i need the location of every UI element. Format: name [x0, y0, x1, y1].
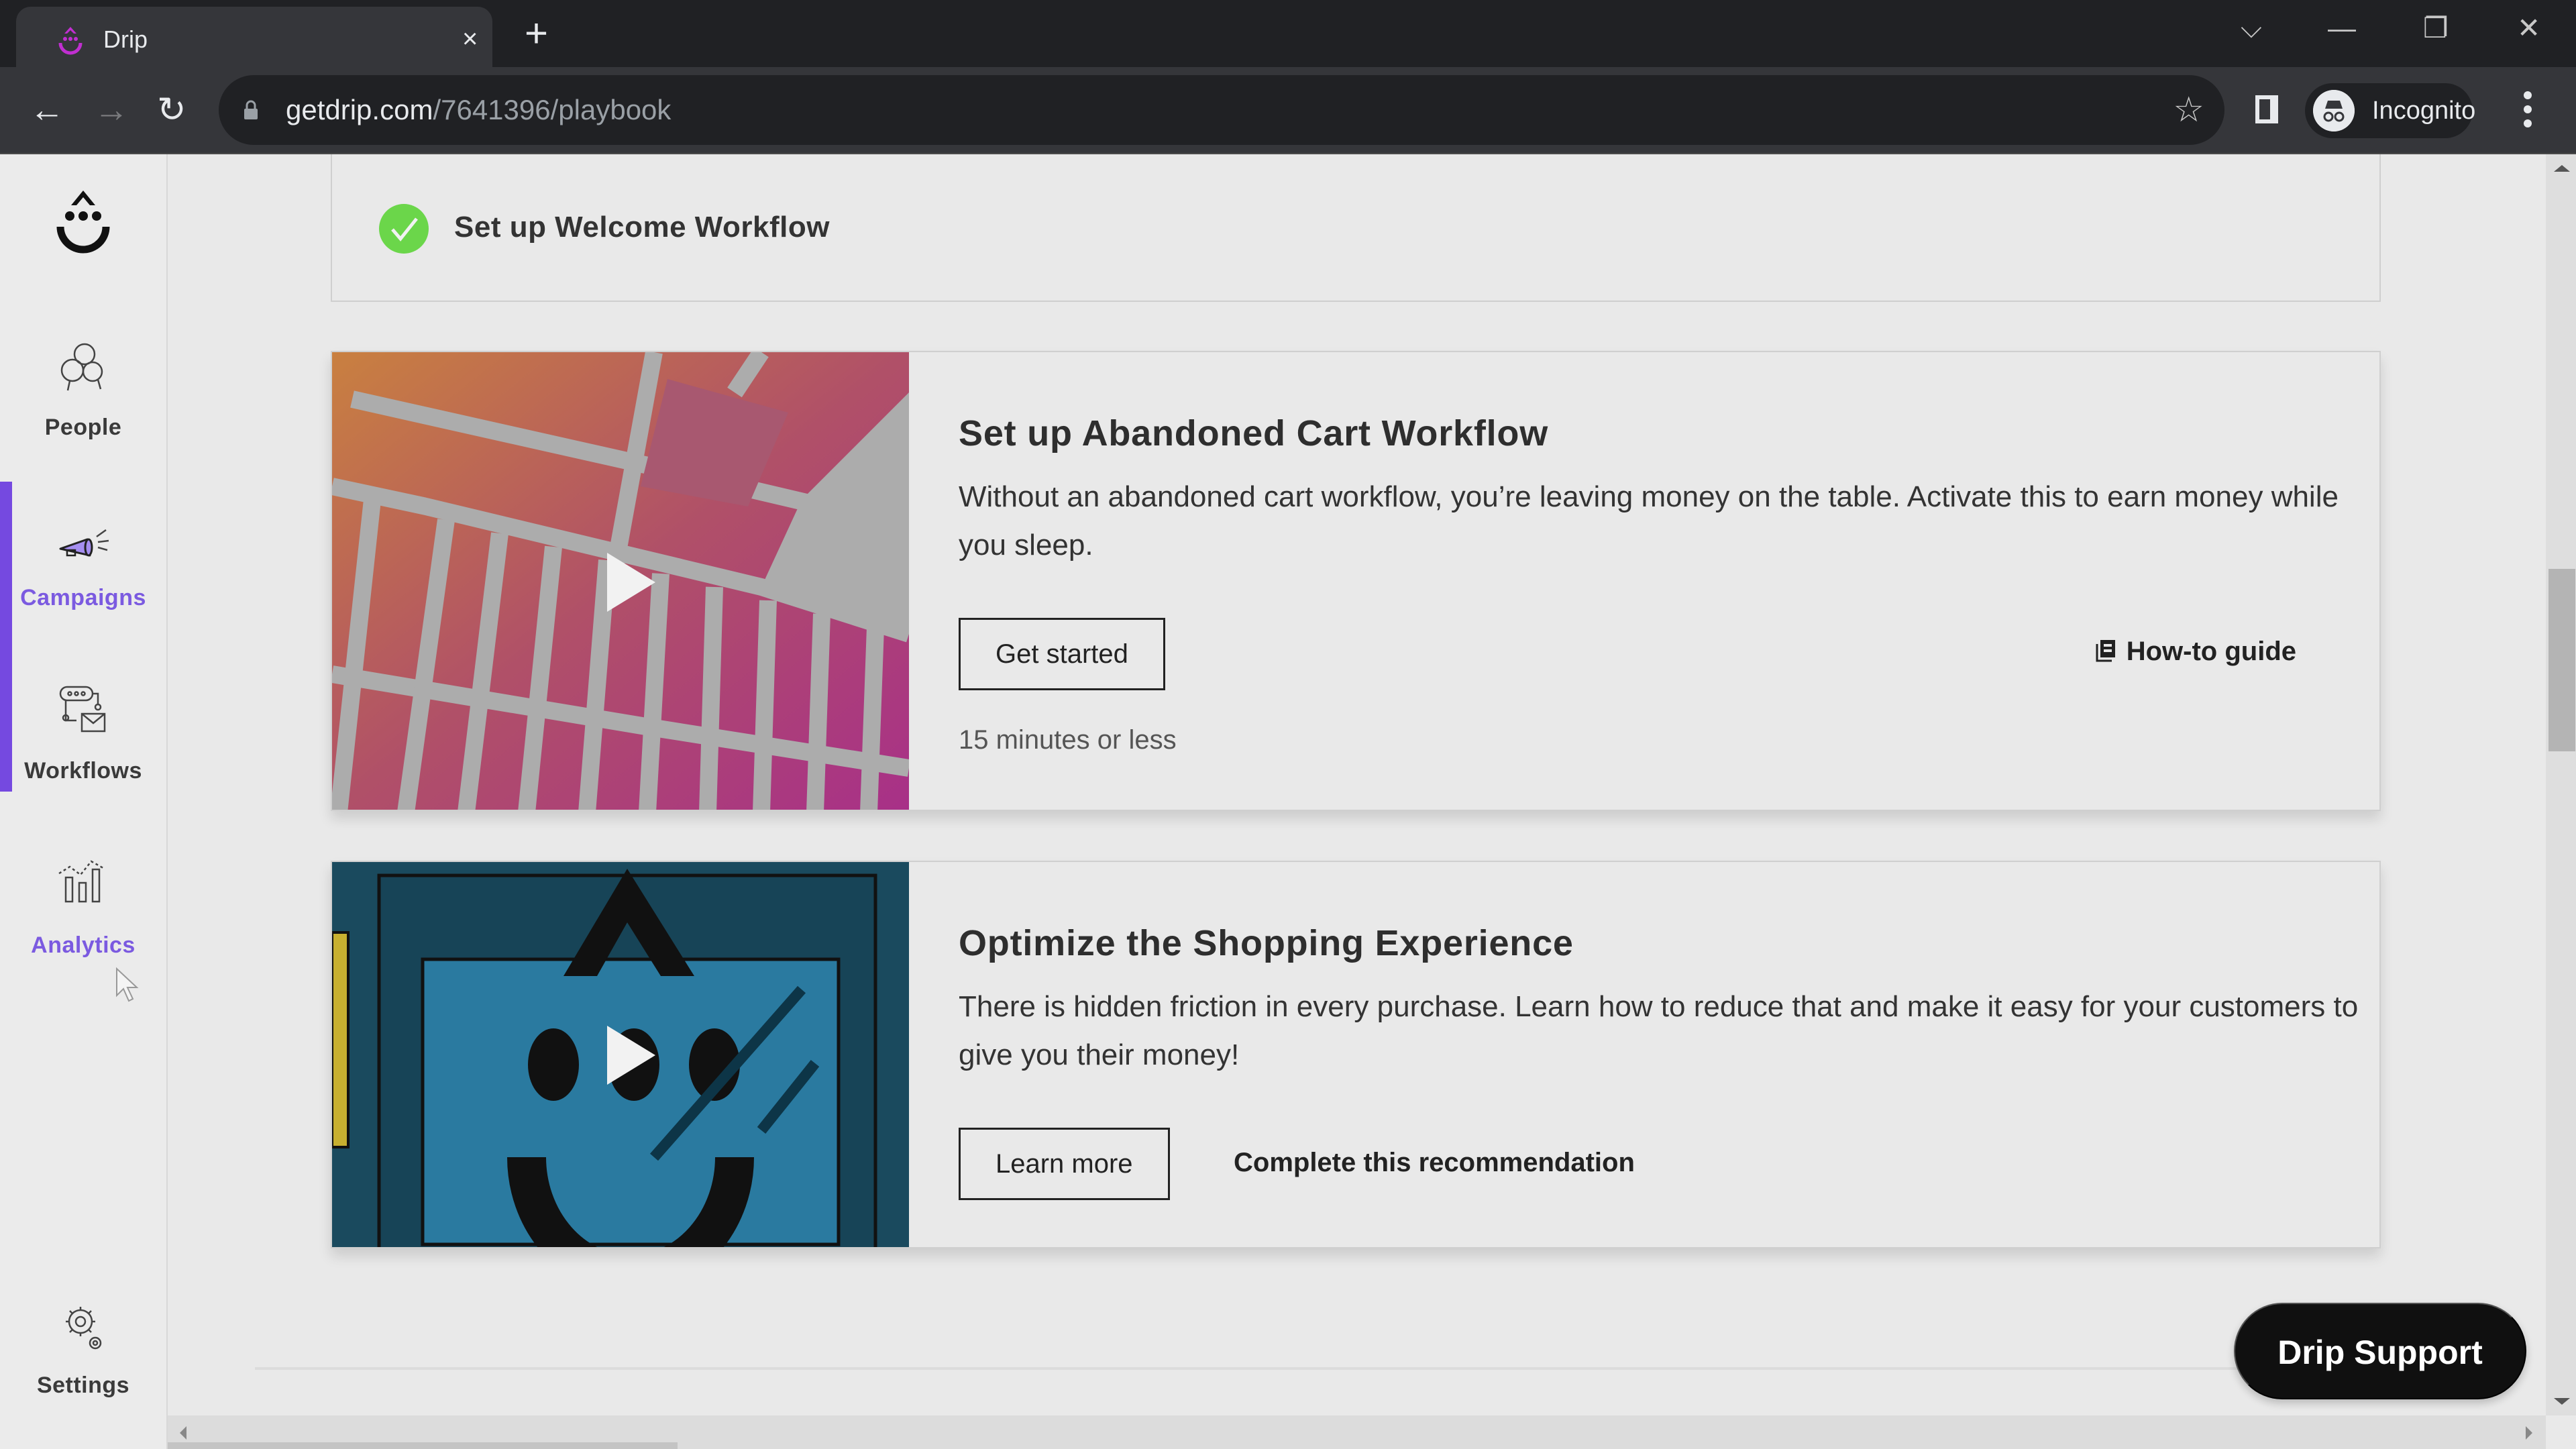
mouse-cursor-icon: [116, 967, 139, 1002]
scroll-right-arrow-icon[interactable]: [2526, 1426, 2532, 1440]
horizontal-scrollbar-thumb[interactable]: [168, 1442, 678, 1449]
url-path: /7641396/playbook: [433, 94, 672, 125]
abandoned-cart-video-thumbnail[interactable]: [332, 352, 909, 810]
tab-drip[interactable]: Drip ×: [16, 7, 492, 67]
close-window-button[interactable]: ✕: [2517, 12, 2540, 44]
incognito-icon: [2313, 90, 2355, 131]
side-panel-icon[interactable]: [2255, 95, 2278, 123]
scroll-left-arrow-icon[interactable]: [180, 1426, 186, 1440]
drip-support-button[interactable]: Drip Support: [2234, 1303, 2526, 1399]
url-domain: getdrip.com: [286, 94, 433, 125]
tab-title: Drip: [103, 25, 148, 53]
recommendation-title: Optimize the Shopping Experience: [959, 923, 1574, 963]
gear-icon: [66, 1307, 102, 1350]
sidebar-label-analytics: Analytics: [31, 932, 136, 958]
browser-menu-icon[interactable]: [2522, 91, 2533, 129]
how-to-guide-label: How-to guide: [2126, 637, 2296, 666]
scroll-down-arrow-icon[interactable]: [2554, 1398, 2570, 1405]
guide-book-icon: [2096, 640, 2115, 662]
recommendation-card-abandoned-cart: Set up Abandoned Cart Workflow Without a…: [331, 351, 2381, 811]
analytics-icon: [58, 860, 104, 903]
restore-button[interactable]: ❐: [2423, 12, 2449, 44]
sidebar-label-settings: Settings: [36, 1373, 130, 1398]
learn-more-button[interactable]: Learn more: [959, 1128, 1170, 1200]
get-started-button[interactable]: Get started: [959, 618, 1165, 690]
time-estimate: 15 minutes or less: [959, 725, 1177, 755]
sidebar: People Campaigns Workflows Analytics Set…: [0, 154, 168, 1449]
sidebar-item-workflows[interactable]: Workflows: [0, 679, 166, 826]
how-to-guide-link[interactable]: How-to guide: [2094, 637, 2296, 667]
vertical-scrollbar[interactable]: [2546, 154, 2576, 1415]
scroll-up-arrow-icon[interactable]: [2554, 165, 2570, 172]
reload-button[interactable]: ↻: [157, 91, 186, 129]
recommendation-title: Set up Abandoned Cart Workflow: [959, 413, 1549, 453]
recommendation-description: Without an abandoned cart workflow, you’…: [959, 480, 2339, 561]
back-button[interactable]: ←: [30, 91, 64, 129]
new-tab-button[interactable]: +: [525, 12, 548, 55]
browser-toolbar: ← → ↻ getdrip.com/7641396/playbook ☆ Inc…: [0, 67, 2576, 154]
megaphone-icon: [59, 529, 109, 557]
address-bar[interactable]: getdrip.com/7641396/playbook ☆: [219, 75, 2224, 145]
sidebar-label-workflows: Workflows: [24, 758, 142, 784]
browser-window: Drip × + ⌵ — ❐ ✕ ← → ↻ getdrip.com/76413…: [0, 0, 2576, 1449]
recommendation-description: There is hidden friction in every purcha…: [959, 990, 2359, 1071]
horizontal-scrollbar[interactable]: [168, 1415, 2546, 1449]
sidebar-label-campaigns: Campaigns: [20, 585, 146, 610]
url-text[interactable]: getdrip.com/7641396/playbook: [286, 94, 671, 126]
shopping-experience-video-thumbnail[interactable]: [332, 862, 909, 1247]
completed-item-title: Set up Welcome Workflow: [454, 211, 830, 244]
drip-favicon-icon: [58, 27, 83, 55]
play-icon[interactable]: [607, 553, 655, 612]
completed-item-welcome-workflow[interactable]: Set up Welcome Workflow: [331, 154, 2381, 302]
bookmark-star-icon[interactable]: ☆: [2173, 91, 2204, 129]
lock-icon: [244, 100, 258, 119]
section-divider: [255, 1367, 2334, 1370]
workflow-icon: [59, 686, 106, 733]
sidebar-label-people: People: [44, 415, 122, 440]
vertical-scrollbar-thumb[interactable]: [2548, 569, 2575, 751]
sidebar-item-campaigns[interactable]: Campaigns: [0, 507, 166, 655]
minimize-button[interactable]: —: [2328, 12, 2356, 44]
profile-label: Incognito: [2372, 97, 2476, 125]
incognito-profile-button[interactable]: Incognito: [2305, 83, 2476, 138]
forward-button[interactable]: →: [94, 91, 129, 129]
tab-bar: Drip × + ⌵ — ❐ ✕: [0, 0, 2576, 67]
play-icon[interactable]: [607, 1026, 655, 1085]
sidebar-item-settings[interactable]: Settings: [0, 1295, 166, 1442]
people-icon: [60, 343, 103, 391]
tab-close-icon[interactable]: ×: [462, 23, 478, 55]
tab-search-icon[interactable]: ⌵: [2241, 12, 2262, 44]
check-circle-icon: [379, 204, 429, 254]
sidebar-item-people[interactable]: People: [0, 335, 166, 483]
recommendation-card-optimize-shopping: Optimize the Shopping Experience There i…: [331, 861, 2381, 1248]
complete-recommendation-link[interactable]: Complete this recommendation: [1234, 1148, 1635, 1178]
drip-logo-icon[interactable]: [52, 188, 114, 262]
